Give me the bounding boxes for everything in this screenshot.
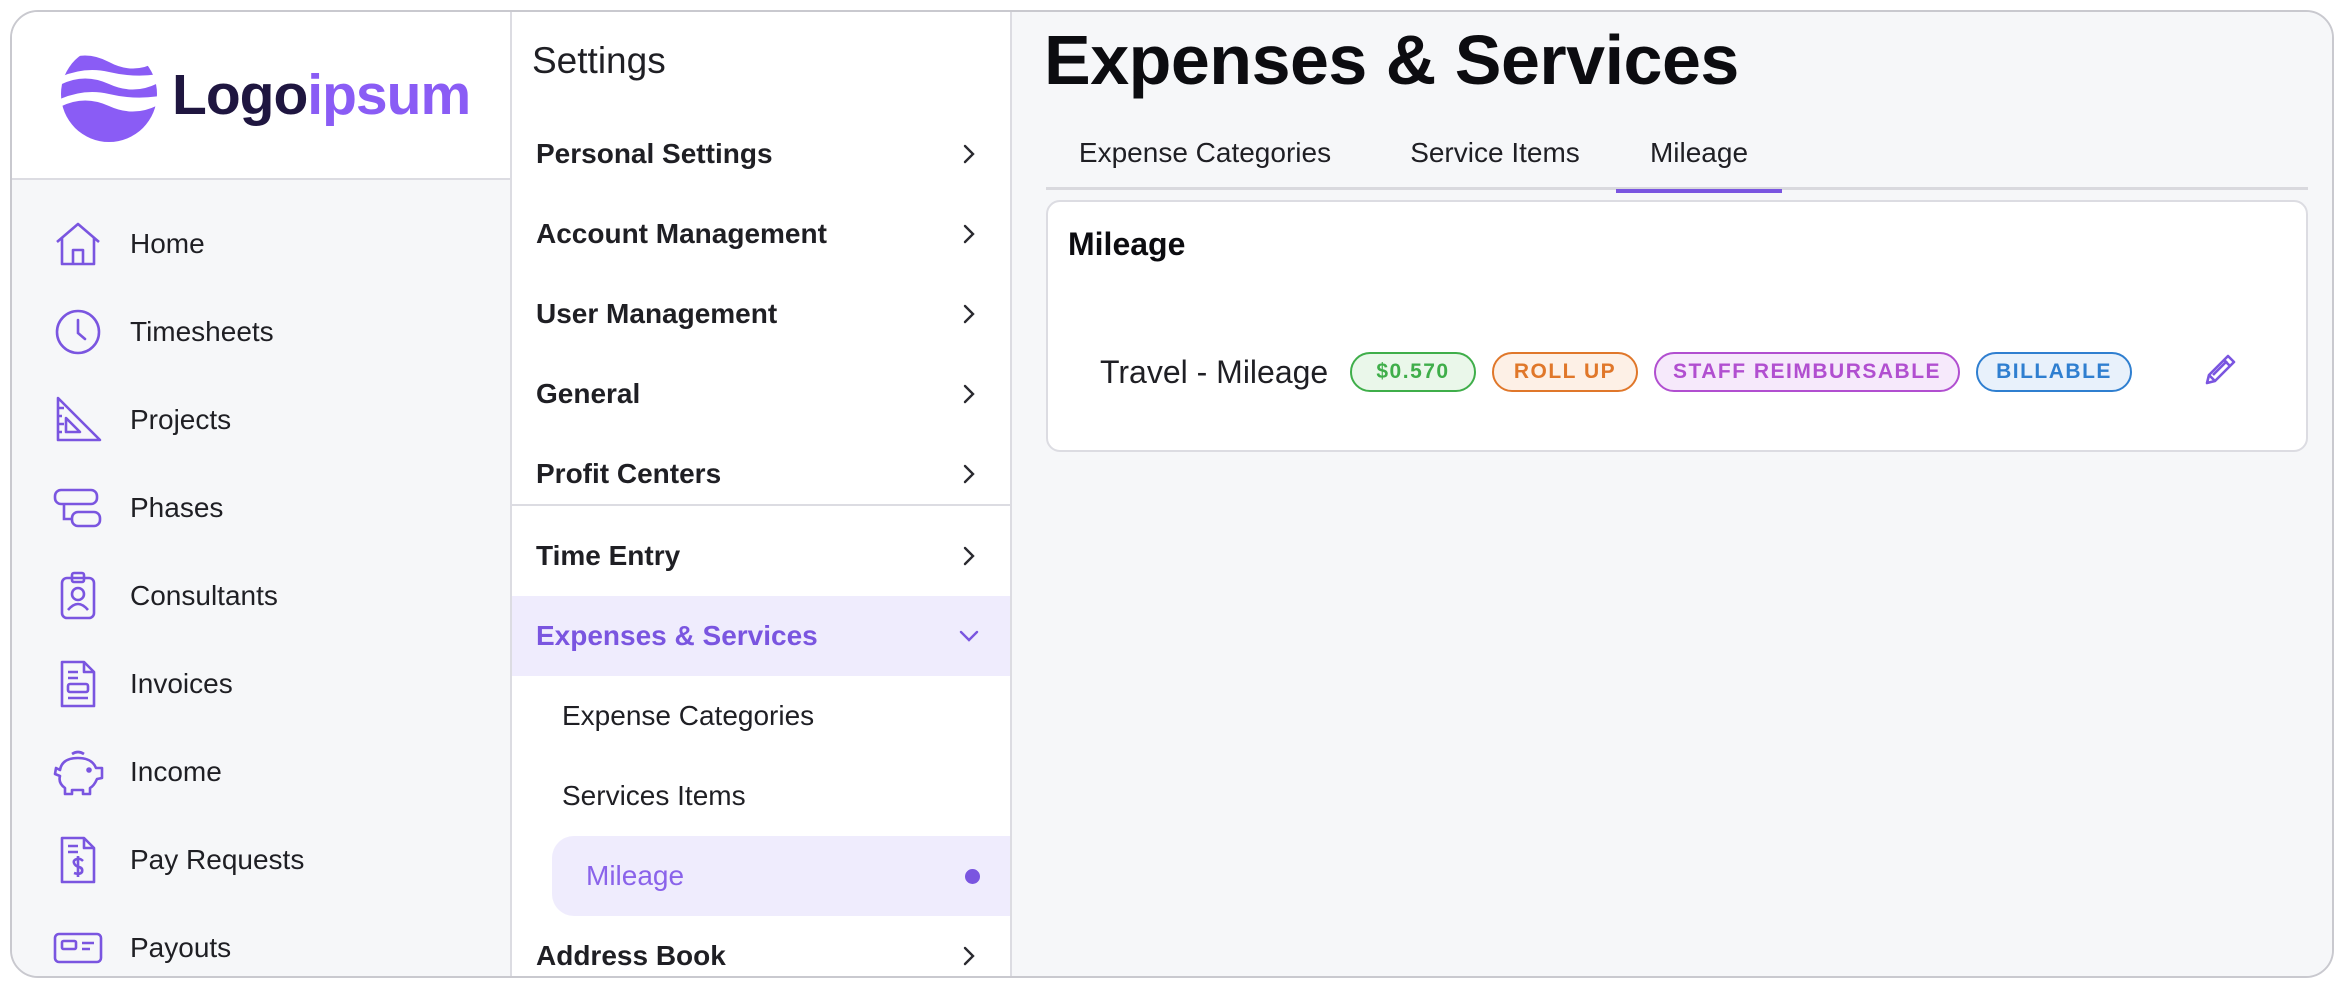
page-title: Expenses & Services [1044, 21, 1739, 99]
chevron-right-icon [956, 461, 982, 487]
settings-divider [512, 504, 1010, 506]
mileage-item-name: Travel - Mileage [1100, 353, 1329, 390]
settings-item-label: General [536, 378, 641, 409]
settings-item-label: Expenses & Services [536, 620, 818, 651]
home-icon [50, 216, 106, 272]
chevron-right-icon [956, 221, 982, 247]
settings-title: Settings [532, 40, 666, 81]
nav-label: Income [130, 756, 222, 787]
edit-button[interactable] [2198, 350, 2242, 394]
nav-item-consultants[interactable]: Consultants [12, 552, 510, 640]
nav-item-phases[interactable]: Phases [12, 464, 510, 552]
chevron-right-icon [956, 381, 982, 407]
logo-wordmark: Logoipsum [172, 63, 471, 127]
nav-item-invoices[interactable]: Invoices [12, 640, 510, 728]
clock-icon [50, 304, 106, 360]
card-title: Mileage [1068, 226, 1186, 262]
settings-item-general[interactable]: General [512, 354, 1010, 434]
nav-label: Home [130, 228, 205, 259]
tab-label: Service Items [1410, 137, 1580, 168]
settings-sidebar: Settings Personal Settings Account Manag… [512, 12, 1012, 976]
phases-icon [50, 480, 106, 536]
selected-indicator-dot [965, 868, 980, 884]
dollar-document-icon [50, 832, 106, 888]
settings-item-label: Time Entry [536, 540, 681, 571]
settings-item-user-management[interactable]: User Management [512, 274, 1010, 354]
settings-subitem-expense-categories[interactable]: Expense Categories [552, 676, 1010, 756]
settings-item-label: User Management [536, 298, 778, 329]
settings-item-label: Account Management [536, 218, 827, 249]
tab-expense-categories[interactable]: Expense Categories [1046, 116, 1364, 190]
tab-bar: Expense Categories Service Items Mileage [1046, 116, 2308, 193]
pencil-icon [2201, 351, 2239, 394]
logo-icon [58, 44, 160, 144]
piggy-bank-icon [50, 744, 106, 800]
staff-reimbursable-badge: STAFF REIMBURSABLE [1654, 352, 1960, 392]
nav-item-payouts[interactable]: Payouts [12, 904, 510, 976]
settings-item-profit-centers[interactable]: Profit Centers [512, 434, 1010, 514]
settings-item-label: Profit Centers [536, 458, 722, 489]
nav-label: Phases [130, 492, 224, 523]
app-window: Logoipsum Home Timesheets Projects Phase… [10, 10, 2334, 978]
main-sidebar: Logoipsum Home Timesheets Projects Phase… [12, 12, 512, 976]
settings-item-label: Address Book [536, 940, 726, 971]
mileage-row: Travel - Mileage $0.570 ROLL UP STAFF RE… [1100, 350, 2290, 394]
nav-item-timesheets[interactable]: Timesheets [12, 288, 510, 376]
chevron-right-icon [956, 301, 982, 327]
main-content: Expenses & Services Expense Categories S… [1014, 12, 2332, 976]
settings-item-expenses-services[interactable]: Expenses & Services [512, 596, 1010, 676]
id-badge-icon [50, 568, 106, 624]
mileage-card: Mileage Travel - Mileage $0.570 ROLL UP … [1046, 200, 2308, 452]
settings-item-label: Personal Settings [536, 138, 773, 169]
tab-label: Mileage [1649, 137, 1749, 168]
settings-subitem-label: Expense Categories [562, 700, 815, 731]
settings-item-time-entry[interactable]: Time Entry [512, 516, 1010, 596]
settings-item-account-management[interactable]: Account Management [512, 194, 1010, 274]
invoice-icon [50, 656, 106, 712]
tab-service-items[interactable]: Service Items [1364, 116, 1626, 190]
nav-item-income[interactable]: Income [12, 728, 510, 816]
settings-subitem-services-items[interactable]: Services Items [552, 756, 1010, 836]
nav-item-projects[interactable]: Projects [12, 376, 510, 464]
chevron-right-icon [956, 943, 982, 969]
settings-item-personal-settings[interactable]: Personal Settings [512, 114, 1010, 194]
nav-label: Timesheets [130, 316, 274, 347]
settings-subitem-label: Mileage [586, 860, 685, 891]
nav-label: Projects [130, 404, 232, 435]
chevron-right-icon [956, 141, 982, 167]
rate-badge: $0.570 [1350, 352, 1476, 392]
nav-label: Payouts [130, 932, 232, 963]
card-icon [50, 920, 106, 976]
nav-item-pay-requests[interactable]: Pay Requests [12, 816, 510, 904]
nav-item-home[interactable]: Home [12, 200, 510, 288]
logo-area: Logoipsum [12, 12, 510, 180]
settings-subitem-mileage[interactable]: Mileage [552, 836, 1010, 916]
set-square-icon [50, 392, 106, 448]
settings-item-address-book[interactable]: Address Book [512, 916, 1010, 976]
tab-label: Expense Categories [1078, 137, 1332, 168]
tab-mileage[interactable]: Mileage [1616, 116, 1782, 193]
roll-up-badge: ROLL UP [1492, 352, 1638, 392]
nav-label: Consultants [130, 580, 278, 611]
billable-badge: BILLABLE [1976, 352, 2132, 392]
chevron-down-icon [956, 623, 982, 649]
nav-label: Invoices [130, 668, 233, 699]
chevron-right-icon [956, 543, 982, 569]
nav-label: Pay Requests [130, 844, 305, 875]
settings-subitem-label: Services Items [562, 780, 746, 811]
